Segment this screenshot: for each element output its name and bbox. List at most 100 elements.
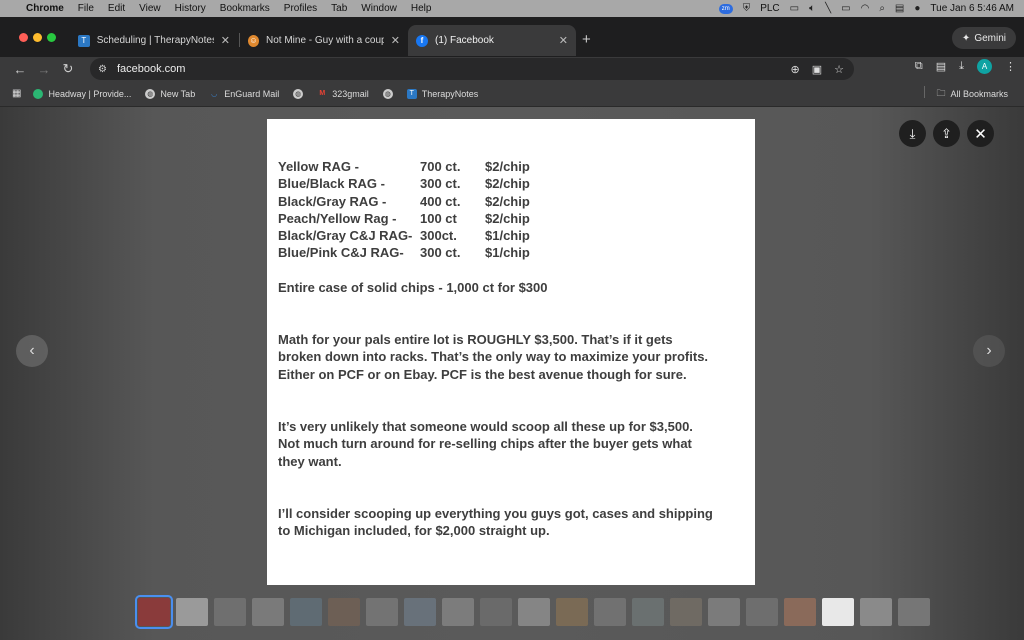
address-bar[interactable]: ⚙ facebook.com ⊕ ▣ ☆ [90, 58, 854, 80]
back-arrow-icon[interactable]: ← [8, 62, 32, 77]
filmstrip-thumbnail[interactable] [670, 598, 702, 626]
bookmark-globe[interactable]: ◍ [382, 88, 393, 99]
bookmark-therapynotes[interactable]: T TherapyNotes [406, 88, 479, 99]
menu-clock[interactable]: Tue Jan 6 5:46 AM [930, 3, 1014, 14]
reading-list-icon[interactable]: ▤ [936, 60, 946, 73]
filmstrip-thumbnail[interactable] [404, 598, 436, 626]
filmstrip-thumbnail[interactable] [214, 598, 246, 626]
menu-tab[interactable]: Tab [331, 3, 347, 14]
globe-icon: ◍ [293, 88, 304, 99]
zoom-icon[interactable]: ⊕ [791, 63, 800, 76]
bookmark-enguard-mail[interactable]: ◡ EnGuard Mail [209, 89, 279, 99]
extensions-icon[interactable]: ⧉ [915, 60, 923, 73]
forward-arrow-icon[interactable]: → [32, 62, 56, 77]
filmstrip-thumbnail[interactable] [442, 598, 474, 626]
folder-icon: 🗀︎ [936, 87, 946, 98]
vpn-shield-icon[interactable]: ⛨ [743, 3, 751, 14]
filmstrip-thumbnail[interactable] [556, 598, 588, 626]
menu-history[interactable]: History [175, 3, 206, 14]
bookmark-label: 323gmail [332, 88, 369, 99]
bookmark-label: Headway | Provide... [48, 88, 132, 99]
close-viewer-icon[interactable]: ✕ [967, 120, 994, 147]
bookmark-globe[interactable]: ◍ [293, 88, 304, 99]
close-window-icon[interactable] [19, 33, 28, 42]
close-tab-icon[interactable]: ✕ [391, 34, 400, 47]
filmstrip-thumbnail[interactable] [290, 598, 322, 626]
menu-view[interactable]: View [139, 3, 161, 14]
tab-facebook[interactable]: f (1) Facebook ✕ [408, 25, 576, 56]
reload-icon[interactable]: ↻ [56, 61, 80, 77]
filmstrip-thumbnail[interactable] [252, 598, 284, 626]
tab-title: (1) Facebook [435, 35, 494, 46]
tab-not-mine[interactable]: ☺ Not Mine - Guy with a couple ✕ [240, 25, 408, 56]
photo-viewer: Yellow RAG - 700 ct. $2/chip Blue/Black RA… [0, 107, 1024, 640]
battery-icon[interactable]: ▭ [841, 3, 850, 14]
menu-profiles[interactable]: Profiles [284, 3, 317, 14]
chip-count: 300ct. [420, 228, 457, 244]
bookmark-label: EnGuard Mail [224, 88, 280, 99]
siri-icon[interactable]: ● [914, 3, 920, 14]
text-line: I’ll consider scooping up everything you… [278, 506, 713, 521]
filmstrip-thumbnail[interactable] [594, 598, 626, 626]
gemini-button[interactable]: ✦ Gemini [951, 27, 1016, 49]
minimize-window-icon[interactable] [33, 33, 42, 42]
browser-toolbar: ← → ↻ ⚙ facebook.com ⊕ ▣ ☆ ⧉ ▤ ⤓ A ⋮ [0, 57, 1024, 81]
control-center-icon[interactable]: ▤ [895, 3, 904, 14]
tab-title: Scheduling | TherapyNotes [96, 35, 214, 46]
url-text[interactable]: facebook.com [117, 63, 185, 75]
apps-grid-icon[interactable]: ▦ [12, 88, 21, 99]
filmstrip-thumbnail[interactable] [898, 598, 930, 626]
therapynotes-favicon-icon: T [78, 34, 90, 47]
bookmark-headway[interactable]: Headway | Provide... [33, 88, 132, 99]
filmstrip-thumbnail[interactable] [822, 598, 854, 626]
bookmark-new-tab[interactable]: ◍ New Tab [145, 88, 195, 99]
zoom-window-icon[interactable] [47, 33, 56, 42]
more-menu-icon[interactable]: ⋮ [1005, 60, 1016, 73]
all-bookmarks-button[interactable]: 🗀︎ All Bookmarks [924, 85, 1008, 102]
filmstrip-thumbnail[interactable] [860, 598, 892, 626]
menu-help[interactable]: Help [411, 3, 432, 14]
bookmark-323gmail[interactable]: M 323gmail [317, 88, 369, 99]
tab-therapynotes[interactable]: T Scheduling | TherapyNotes ✕ [70, 25, 238, 56]
download-icon[interactable]: ⤓ [959, 60, 964, 73]
display-icon[interactable]: ▭ [790, 3, 799, 14]
filmstrip-thumbnail[interactable] [518, 598, 550, 626]
filmstrip-thumbnail[interactable] [135, 595, 173, 629]
close-tab-icon[interactable]: ✕ [559, 34, 568, 47]
close-tab-icon[interactable]: ✕ [221, 34, 230, 47]
filmstrip-thumbnail[interactable] [176, 598, 208, 626]
menu-bookmarks[interactable]: Bookmarks [220, 3, 270, 14]
bookmark-label: TherapyNotes [421, 88, 479, 99]
chip-count: 300 ct. [420, 245, 461, 261]
zoom-status-icon[interactable]: zm [718, 3, 733, 14]
profile-avatar[interactable]: A [977, 59, 992, 74]
globe-icon: ◍ [382, 88, 393, 99]
filmstrip-thumbnail[interactable] [366, 598, 398, 626]
new-tab-icon[interactable]: + [582, 31, 591, 48]
filmstrip-thumbnail[interactable] [328, 598, 360, 626]
chip-name: Black/Gray RAG - [278, 193, 387, 209]
menu-app-name[interactable]: Chrome [26, 3, 64, 14]
spotlight-search-icon[interactable]: ⌕ [879, 3, 885, 14]
filmstrip-thumbnail[interactable] [784, 598, 816, 626]
menu-file[interactable]: File [78, 3, 94, 14]
site-settings-icon[interactable]: ⚙ [98, 64, 107, 75]
next-photo-icon[interactable]: › [973, 335, 1005, 367]
pen-icon[interactable]: ╲ [825, 3, 831, 14]
previous-photo-icon[interactable]: ‹ [16, 335, 48, 367]
filmstrip-thumbnail[interactable] [480, 598, 512, 626]
menu-edit[interactable]: Edit [108, 3, 125, 14]
filmstrip-thumbnail[interactable] [708, 598, 740, 626]
vpn-label[interactable]: PLC [760, 3, 779, 14]
cast-icon[interactable]: ▣ [812, 63, 822, 76]
download-icon[interactable]: ⤓ [899, 120, 926, 147]
wifi-icon[interactable]: ◠ [861, 3, 870, 14]
filmstrip-thumbnail[interactable] [746, 598, 778, 626]
paragraph-math: Math for your pals entire lot is ROUGHLY… [278, 331, 708, 383]
share-icon[interactable]: ⇪ [933, 120, 960, 147]
chip-name: Blue/Pink C&J RAG- [278, 245, 404, 261]
bookmark-star-icon[interactable]: ☆ [834, 63, 844, 76]
menu-window[interactable]: Window [361, 3, 397, 14]
volume-icon[interactable]: 🔈︎ [809, 3, 815, 14]
filmstrip-thumbnail[interactable] [632, 598, 664, 626]
